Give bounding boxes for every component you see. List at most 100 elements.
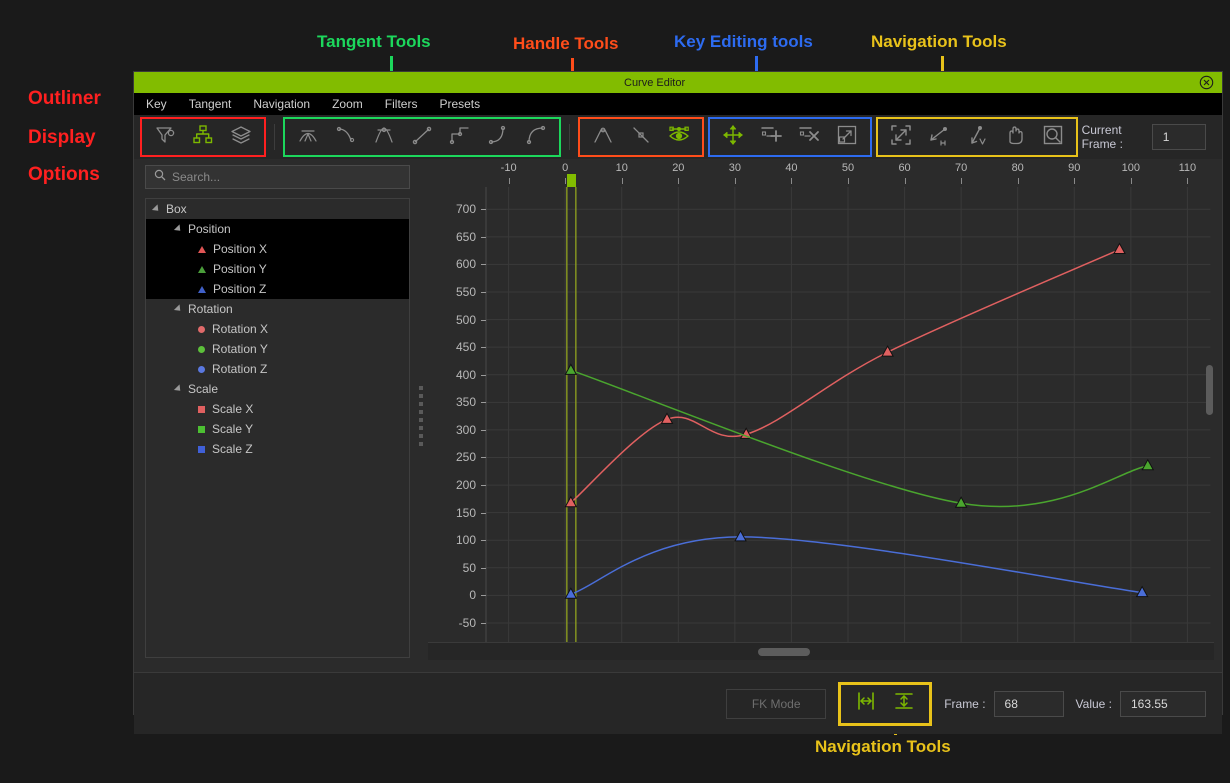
curve-position-z[interactable] xyxy=(564,529,1149,599)
frame-input[interactable]: 68 xyxy=(993,690,1064,717)
axis-tick-y xyxy=(481,595,486,597)
delete-key-icon xyxy=(798,124,820,151)
search-box[interactable] xyxy=(145,165,410,189)
add-key-button[interactable] xyxy=(754,122,788,152)
axis-label-y: 600 xyxy=(455,257,476,272)
keyframe-marker[interactable] xyxy=(1141,458,1155,471)
handle-broken-button[interactable] xyxy=(624,122,658,152)
tangent-linear-button[interactable] xyxy=(405,122,439,152)
delete-key-button[interactable] xyxy=(792,122,826,152)
move-keys-button[interactable] xyxy=(716,122,750,152)
menu-item-navigation[interactable]: Navigation xyxy=(253,97,310,111)
tree-item-position[interactable]: Position xyxy=(146,219,409,239)
menu-item-filters[interactable]: Filters xyxy=(385,97,418,111)
outliner-panel: BoxPosition Position X Position Y Position … xyxy=(134,159,414,672)
tangent-ease-in-button[interactable] xyxy=(481,122,515,152)
search-input[interactable] xyxy=(172,170,382,184)
tree-item-box[interactable]: Box xyxy=(146,199,409,219)
frame-vertical-button[interactable] xyxy=(960,122,994,152)
tangent-auto-button[interactable] xyxy=(291,122,325,152)
tree-item-position-y[interactable]: Position Y xyxy=(146,259,409,279)
frame-vertical-icon xyxy=(966,124,988,151)
menu-item-key[interactable]: Key xyxy=(146,97,167,111)
pan-hand-button[interactable] xyxy=(998,122,1032,152)
tangent-clamped-button[interactable] xyxy=(367,122,401,152)
axis-tick-y xyxy=(481,457,486,459)
axis-label-y: 450 xyxy=(455,340,476,355)
menu-item-tangent[interactable]: Tangent xyxy=(189,97,232,111)
expand-arrow-icon[interactable] xyxy=(151,204,162,214)
expand-arrow-icon[interactable] xyxy=(173,384,184,394)
filter-settings-button[interactable] xyxy=(148,122,182,152)
toolbar-group-handle-tools xyxy=(577,117,704,157)
tangent-spline-button[interactable] xyxy=(329,122,363,152)
curve-color-swatch xyxy=(198,265,206,273)
ruler-tick xyxy=(791,178,793,184)
vertical-scrollbar-thumb[interactable] xyxy=(1206,365,1213,415)
tangent-ease-out-icon xyxy=(525,124,547,151)
handle-unified-icon xyxy=(592,124,614,151)
axis-label-y: 550 xyxy=(455,285,476,299)
close-circle-icon[interactable] xyxy=(1199,75,1214,90)
value-input[interactable]: 163.55 xyxy=(1120,690,1206,717)
tree-item-label: Rotation Z xyxy=(212,362,268,376)
tree-item-position-x[interactable]: Position X xyxy=(146,239,409,259)
tree-item-position-z[interactable]: Position Z xyxy=(146,279,409,299)
curve-color-swatch xyxy=(198,365,205,373)
zoom-region-button[interactable] xyxy=(1036,122,1070,152)
tangent-step-button[interactable] xyxy=(443,122,477,152)
expand-arrow-icon[interactable] xyxy=(173,224,184,234)
fit-horizontal-button[interactable] xyxy=(849,689,883,719)
show-handles-button[interactable] xyxy=(662,122,696,152)
search-icon xyxy=(154,168,166,186)
axis-tick-y xyxy=(481,540,486,542)
fit-vertical-button[interactable] xyxy=(887,689,921,719)
layers-button[interactable] xyxy=(224,122,258,152)
fk-mode-button[interactable]: FK Mode xyxy=(726,688,827,719)
splitter-grip[interactable] xyxy=(419,385,423,446)
horizontal-scrollbar-thumb[interactable] xyxy=(758,648,810,656)
annotation-options: Options xyxy=(28,164,100,185)
current-frame-input[interactable]: 1 xyxy=(1151,124,1206,150)
hierarchy-button[interactable] xyxy=(186,122,220,152)
tree-item-rotation[interactable]: Rotation xyxy=(146,299,409,319)
window-titlebar: Curve Editor xyxy=(134,72,1222,93)
playhead-marker[interactable] xyxy=(566,174,576,187)
ruler-tick xyxy=(848,178,849,184)
expand-arrow-icon[interactable] xyxy=(173,304,184,314)
tree-item-label: Scale Z xyxy=(212,442,253,456)
tree-item-scale-x[interactable]: Scale X xyxy=(146,399,409,419)
tree-item-rotation-y[interactable]: Rotation Y xyxy=(146,339,409,359)
menu-item-presets[interactable]: Presets xyxy=(439,97,480,111)
curve-canvas[interactable] xyxy=(428,187,1214,642)
curve-color-swatch xyxy=(198,405,205,413)
tree-item-scale-z[interactable]: Scale Z xyxy=(146,439,409,459)
curve-position-y[interactable] xyxy=(564,363,1155,508)
keyframe-marker[interactable] xyxy=(1113,242,1126,255)
tangent-ease-out-button[interactable] xyxy=(519,122,553,152)
hierarchy-icon xyxy=(192,124,214,151)
tree-item-scale-y[interactable]: Scale Y xyxy=(146,419,409,439)
annotation-handle: Handle Tools xyxy=(513,34,619,53)
curve-plot[interactable]: 700 650 600 550 500 450 400 350 300 250 200 150 100 5… xyxy=(428,187,1214,642)
ruler-tick xyxy=(1074,178,1076,184)
tree-item-scale[interactable]: Scale xyxy=(146,379,409,399)
tree-item-rotation-z[interactable]: Rotation Z xyxy=(146,359,409,379)
fit-vertical-icon xyxy=(893,690,915,717)
current-frame-label: Current Frame : xyxy=(1081,123,1123,151)
scale-keys-button[interactable] xyxy=(830,122,864,152)
window-title: Curve Editor xyxy=(624,76,686,89)
axis-tick-y xyxy=(481,567,486,569)
horizontal-scrollbar[interactable] xyxy=(428,642,1214,660)
handle-unified-button[interactable] xyxy=(586,122,620,152)
time-ruler[interactable]: -10 0 10 20 30 40 50 60 70 80 90 100 110 xyxy=(428,159,1214,187)
menu-item-zoom[interactable]: Zoom xyxy=(332,97,363,111)
frame-horizontal-button[interactable] xyxy=(922,122,956,152)
tangent-spline-icon xyxy=(335,124,357,151)
tree-item-rotation-x[interactable]: Rotation X xyxy=(146,319,409,339)
tree-item-label: Rotation xyxy=(188,302,233,316)
keyframe-marker[interactable] xyxy=(734,529,747,542)
frame-all-button[interactable] xyxy=(884,122,918,152)
outliner-tree[interactable]: Box Position Position X Position Y Position … xyxy=(145,198,410,658)
panel-splitter[interactable] xyxy=(414,159,428,672)
